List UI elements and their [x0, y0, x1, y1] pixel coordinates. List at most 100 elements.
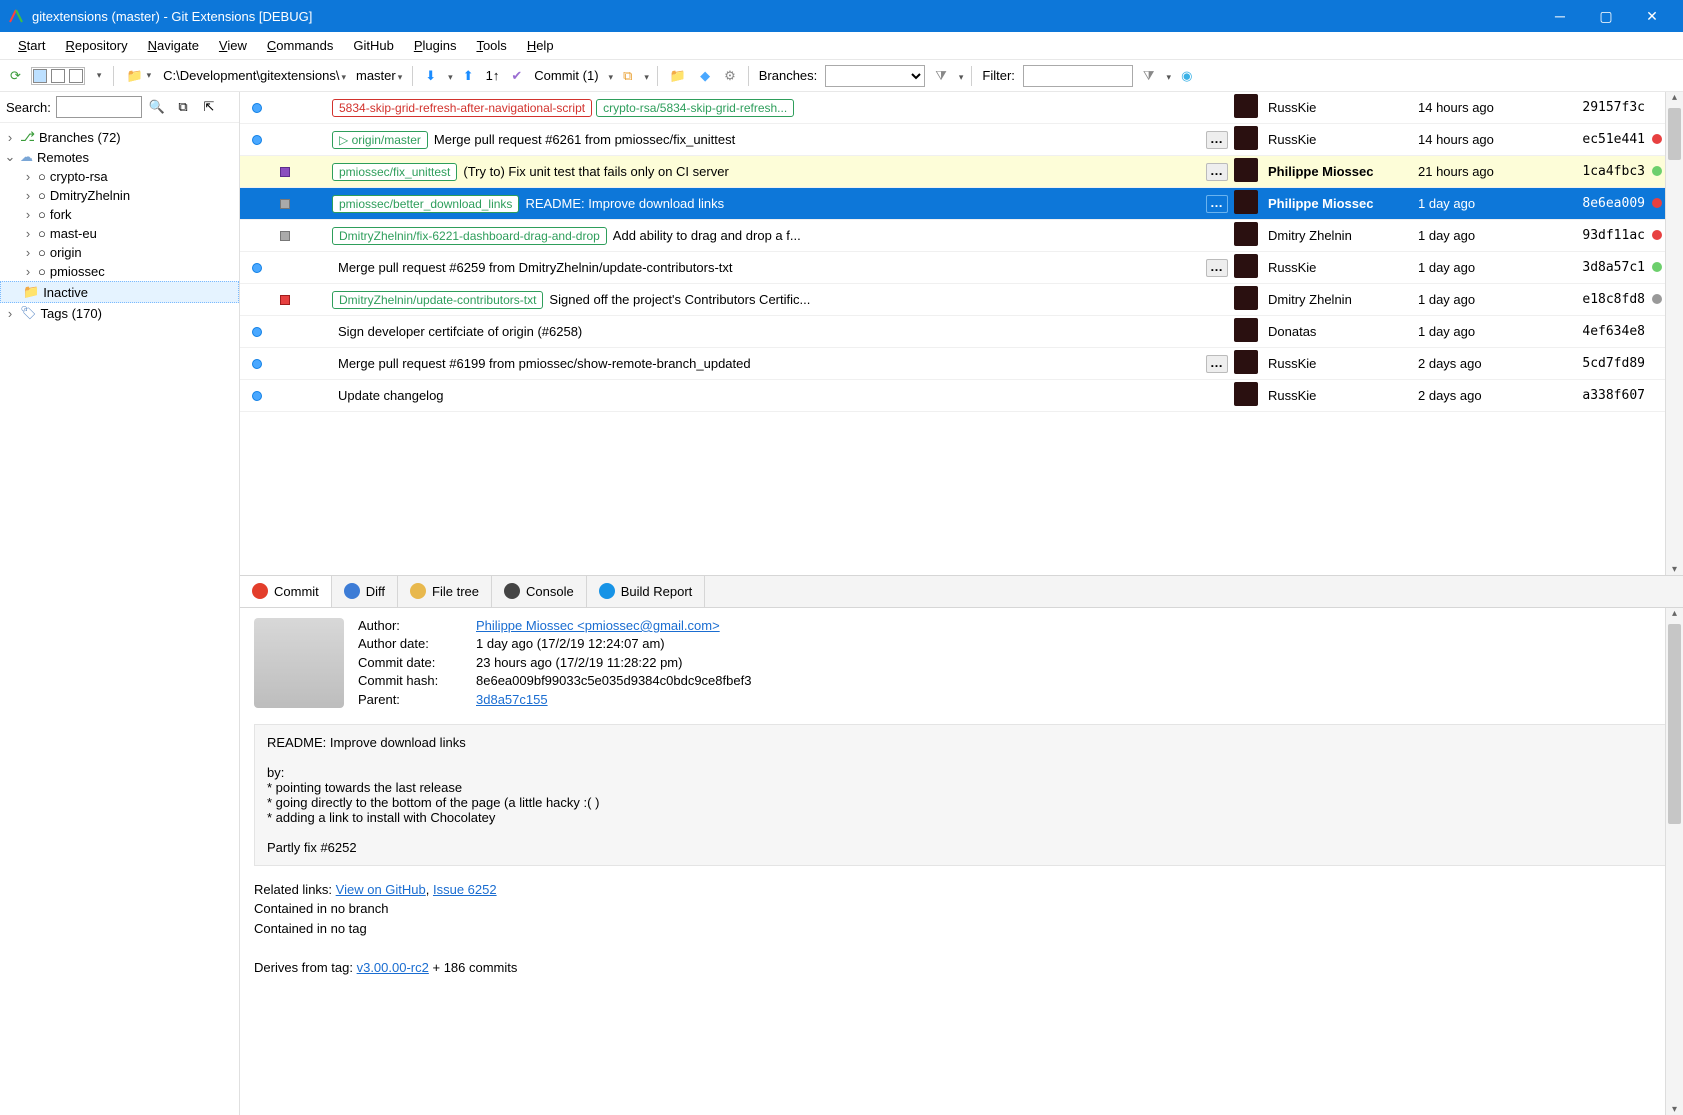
pull-dropdown[interactable] [446, 68, 453, 83]
ref-tag[interactable]: pmiossec/fix_unittest [332, 163, 457, 181]
filter-dropdown[interactable] [1165, 68, 1172, 83]
commit-row[interactable]: Merge pull request #6259 from DmitryZhel… [240, 252, 1683, 284]
menu-navigate[interactable]: Navigate [140, 36, 207, 55]
menu-repository[interactable]: Repository [57, 36, 135, 55]
branches-select[interactable] [825, 65, 925, 87]
more-button[interactable]: … [1206, 259, 1228, 277]
menu-commands[interactable]: Commands [259, 36, 341, 55]
open-repo-icon[interactable]: 📁 [122, 66, 155, 86]
menu-tools[interactable]: Tools [468, 36, 514, 55]
target-icon[interactable]: ◉ [1177, 66, 1196, 86]
minimize-button[interactable]: ─ [1537, 0, 1583, 32]
ref-tag[interactable]: DmitryZhelnin/update-contributors-txt [332, 291, 543, 309]
commit-row[interactable]: pmiossec/better_download_linksREADME: Im… [240, 188, 1683, 220]
tab-commit[interactable]: Commit [240, 576, 332, 607]
hash-cell: 29157f3c [1564, 100, 1649, 115]
close-button[interactable]: ✕ [1629, 0, 1675, 32]
commit-row[interactable]: Update changelogRussKie2 days agoa338f60… [240, 380, 1683, 412]
cmd-icon[interactable]: ◆ [696, 66, 714, 86]
avatar [1234, 190, 1258, 214]
search-input[interactable] [56, 96, 142, 118]
layout-dropdown[interactable] [91, 68, 106, 83]
derives-tag-link[interactable]: v3.00.00-rc2 [357, 960, 429, 975]
menu-view[interactable]: View [211, 36, 255, 55]
ref-tag[interactable]: 5834-skip-grid-refresh-after-navigationa… [332, 99, 592, 117]
more-button[interactable]: … [1206, 195, 1228, 213]
commit-dropdown[interactable] [607, 68, 614, 83]
copy-icon[interactable]: ⧉ [172, 99, 194, 115]
commit-row[interactable]: pmiossec/fix_unittest(Try to) Fix unit t… [240, 156, 1683, 188]
author-label: Author: [358, 618, 468, 634]
menu-start[interactable]: Start [10, 36, 53, 55]
author-link[interactable]: Philippe Miossec <pmiossec@gmail.com> [476, 618, 720, 633]
filter-input[interactable] [1023, 65, 1133, 87]
tab-build-report[interactable]: Build Report [587, 576, 706, 607]
github-icon: ○ [38, 207, 46, 222]
filter-icon[interactable]: ⧩ [1139, 66, 1159, 86]
tree-remotes[interactable]: ☁ Remotes [0, 147, 239, 167]
remote-fork[interactable]: ○fork [0, 205, 239, 224]
ref-tag[interactable]: DmitryZhelnin/fix-6221-dashboard-drag-an… [332, 227, 607, 245]
branch-selector[interactable]: master [354, 68, 404, 83]
graph-column [240, 348, 330, 379]
commit-row[interactable]: Merge pull request #6199 from pmiossec/s… [240, 348, 1683, 380]
commit-button[interactable]: Commit (1) [532, 68, 600, 83]
menu-help[interactable]: Help [519, 36, 562, 55]
commit-row[interactable]: 5834-skip-grid-refresh-after-navigationa… [240, 92, 1683, 124]
ref-tag[interactable]: crypto-rsa/5834-skip-grid-refresh... [596, 99, 794, 117]
tab-file-tree[interactable]: File tree [398, 576, 492, 607]
remote-origin[interactable]: ○origin [0, 243, 239, 262]
commit-row[interactable]: DmitryZhelnin/fix-6221-dashboard-drag-an… [240, 220, 1683, 252]
repo-path[interactable]: C:\Development\gitextensions\ [161, 68, 348, 83]
avatar-cell [1234, 318, 1264, 345]
layout-buttons[interactable] [31, 67, 85, 85]
cloud-icon: ☁ [20, 149, 33, 165]
commit-status-icon[interactable]: ✔ [507, 66, 526, 86]
menu-github[interactable]: GitHub [345, 36, 401, 55]
push-icon[interactable]: ⬆ [459, 66, 478, 86]
tree-inactive[interactable]: 📁 Inactive [0, 281, 239, 303]
view-on-github-link[interactable]: View on GitHub [336, 882, 426, 897]
tree-collapse-icon[interactable]: ⇱ [198, 99, 220, 115]
tab-console[interactable]: Console [492, 576, 587, 607]
graph-column [240, 252, 330, 283]
remote-DmitryZhelnin[interactable]: ○DmitryZhelnin [0, 186, 239, 205]
more-button[interactable]: … [1206, 163, 1228, 181]
derives-prefix: Derives from tag: [254, 960, 357, 975]
commit-list[interactable]: 5834-skip-grid-refresh-after-navigationa… [240, 92, 1683, 575]
remote-pmiossec[interactable]: ○pmiossec [0, 262, 239, 281]
browse-icon[interactable]: 📁 [666, 66, 690, 86]
search-icon[interactable]: 🔍 [146, 99, 168, 115]
more-button[interactable]: … [1206, 355, 1228, 373]
pull-icon[interactable]: ⬇ [421, 66, 440, 86]
stash-dropdown[interactable] [642, 68, 649, 83]
commit-row[interactable]: Sign developer certifciate of origin (#6… [240, 316, 1683, 348]
branches-filter-icon[interactable]: ⧩ [931, 66, 951, 86]
commit-row[interactable]: origin/masterMerge pull request #6261 fr… [240, 124, 1683, 156]
maximize-button[interactable]: ▢ [1583, 0, 1629, 32]
github-icon: ○ [38, 245, 46, 260]
settings-icon[interactable]: ⚙ [720, 66, 740, 86]
commit-row[interactable]: DmitryZhelnin/update-contributors-txtSig… [240, 284, 1683, 316]
detail-scrollbar[interactable] [1665, 608, 1683, 1115]
issue-link[interactable]: Issue 6252 [433, 882, 497, 897]
ref-tag[interactable]: origin/master [332, 131, 428, 149]
parent-link[interactable]: 3d8a57c155 [476, 692, 548, 707]
more-button[interactable]: … [1206, 131, 1228, 149]
date-cell: 1 day ago [1414, 196, 1564, 211]
github-icon: ○ [38, 169, 46, 184]
refresh-icon[interactable]: ⟳ [6, 66, 25, 86]
graph-column [240, 284, 330, 315]
ref-tag[interactable]: pmiossec/better_download_links [332, 195, 519, 213]
stash-icon[interactable]: ⧉ [619, 66, 636, 86]
titlebar: gitextensions (master) - Git Extensions … [0, 0, 1683, 32]
branches-filter-dropdown[interactable] [957, 68, 964, 83]
remote-mast-eu[interactable]: ○mast-eu [0, 224, 239, 243]
tree-branches[interactable]: ⎇ Branches (72) [0, 127, 239, 147]
menu-plugins[interactable]: Plugins [406, 36, 465, 55]
commit-message-cell: Add ability to drag and drop a f... [607, 228, 1234, 243]
tree-tags[interactable]: 🏷 Tags (170) [0, 303, 239, 323]
remote-crypto-rsa[interactable]: ○crypto-rsa [0, 167, 239, 186]
commit-scrollbar[interactable] [1665, 92, 1683, 575]
tab-diff[interactable]: Diff [332, 576, 398, 607]
